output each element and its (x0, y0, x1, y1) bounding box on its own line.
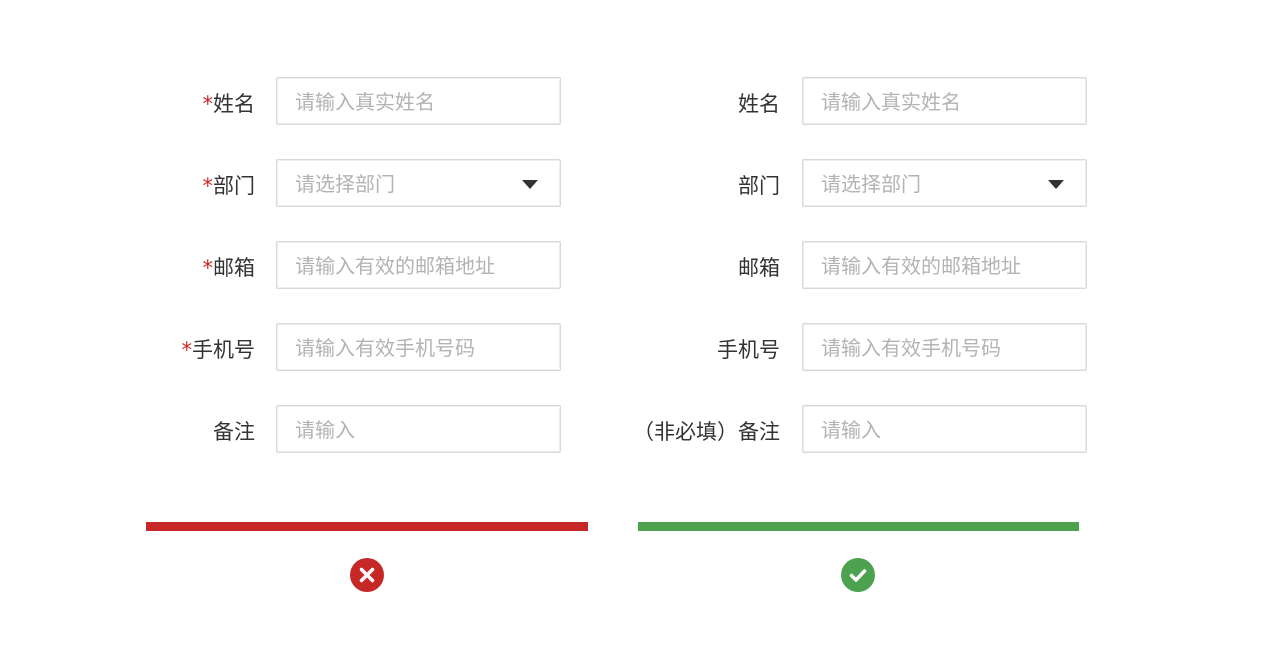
input-placeholder: 请输入有效手机号码 (821, 336, 1001, 360)
close-icon (350, 558, 384, 592)
select-placeholder: 请选择部门 (295, 172, 395, 196)
field-label-text: 手机号 (192, 338, 255, 362)
field-label: 手机号 (600, 323, 780, 373)
field-label-text: 手机号 (717, 338, 780, 362)
field-label-text: 姓名 (738, 92, 780, 116)
remark-input[interactable]: 请输入 (276, 405, 561, 453)
email-input[interactable]: 请输入有效的邮箱地址 (276, 241, 561, 289)
right-indicator-bar (638, 522, 1079, 531)
field-label-text: 邮箱 (213, 256, 255, 280)
field-label: 姓名 (600, 77, 780, 127)
department-select[interactable]: 请选择部门 (276, 159, 561, 207)
field-label: （非必填）备注 (600, 405, 780, 455)
input-placeholder: 请输入有效的邮箱地址 (821, 254, 1021, 278)
required-asterisk: * (202, 256, 214, 280)
department-select[interactable]: 请选择部门 (802, 159, 1087, 207)
field-label-text: （非必填）备注 (633, 420, 780, 444)
field-label-text: 部门 (738, 174, 780, 198)
check-icon (841, 558, 875, 592)
phone-input[interactable]: 请输入有效手机号码 (276, 323, 561, 371)
field-label-text: 部门 (213, 174, 255, 198)
email-input[interactable]: 请输入有效的邮箱地址 (802, 241, 1087, 289)
field-label: *手机号 (115, 323, 256, 373)
input-placeholder: 请输入真实姓名 (295, 90, 435, 114)
input-placeholder: 请输入真实姓名 (821, 90, 961, 114)
field-label: *部门 (115, 159, 256, 209)
field-label: *邮箱 (115, 241, 256, 291)
input-placeholder: 请输入 (295, 418, 355, 442)
field-label: 备注 (115, 405, 255, 455)
required-asterisk: * (181, 338, 193, 362)
field-label-text: 备注 (213, 420, 255, 444)
phone-input[interactable]: 请输入有效手机号码 (802, 323, 1087, 371)
required-asterisk: * (202, 174, 214, 198)
required-asterisk: * (202, 92, 214, 116)
field-label: *姓名 (115, 77, 256, 127)
wrong-indicator-bar (146, 522, 588, 531)
field-label-text: 邮箱 (738, 256, 780, 280)
input-placeholder: 请输入有效的邮箱地址 (295, 254, 495, 278)
name-input[interactable]: 请输入真实姓名 (802, 77, 1087, 125)
input-placeholder: 请输入有效手机号码 (295, 336, 475, 360)
input-placeholder: 请输入 (821, 418, 881, 442)
caret-down-icon (1048, 180, 1064, 189)
field-label: 部门 (600, 159, 780, 209)
field-label-text: 姓名 (213, 92, 255, 116)
name-input[interactable]: 请输入真实姓名 (276, 77, 561, 125)
remark-input[interactable]: 请输入 (802, 405, 1087, 453)
caret-down-icon (522, 180, 538, 189)
select-placeholder: 请选择部门 (821, 172, 921, 196)
field-label: 邮箱 (600, 241, 780, 291)
